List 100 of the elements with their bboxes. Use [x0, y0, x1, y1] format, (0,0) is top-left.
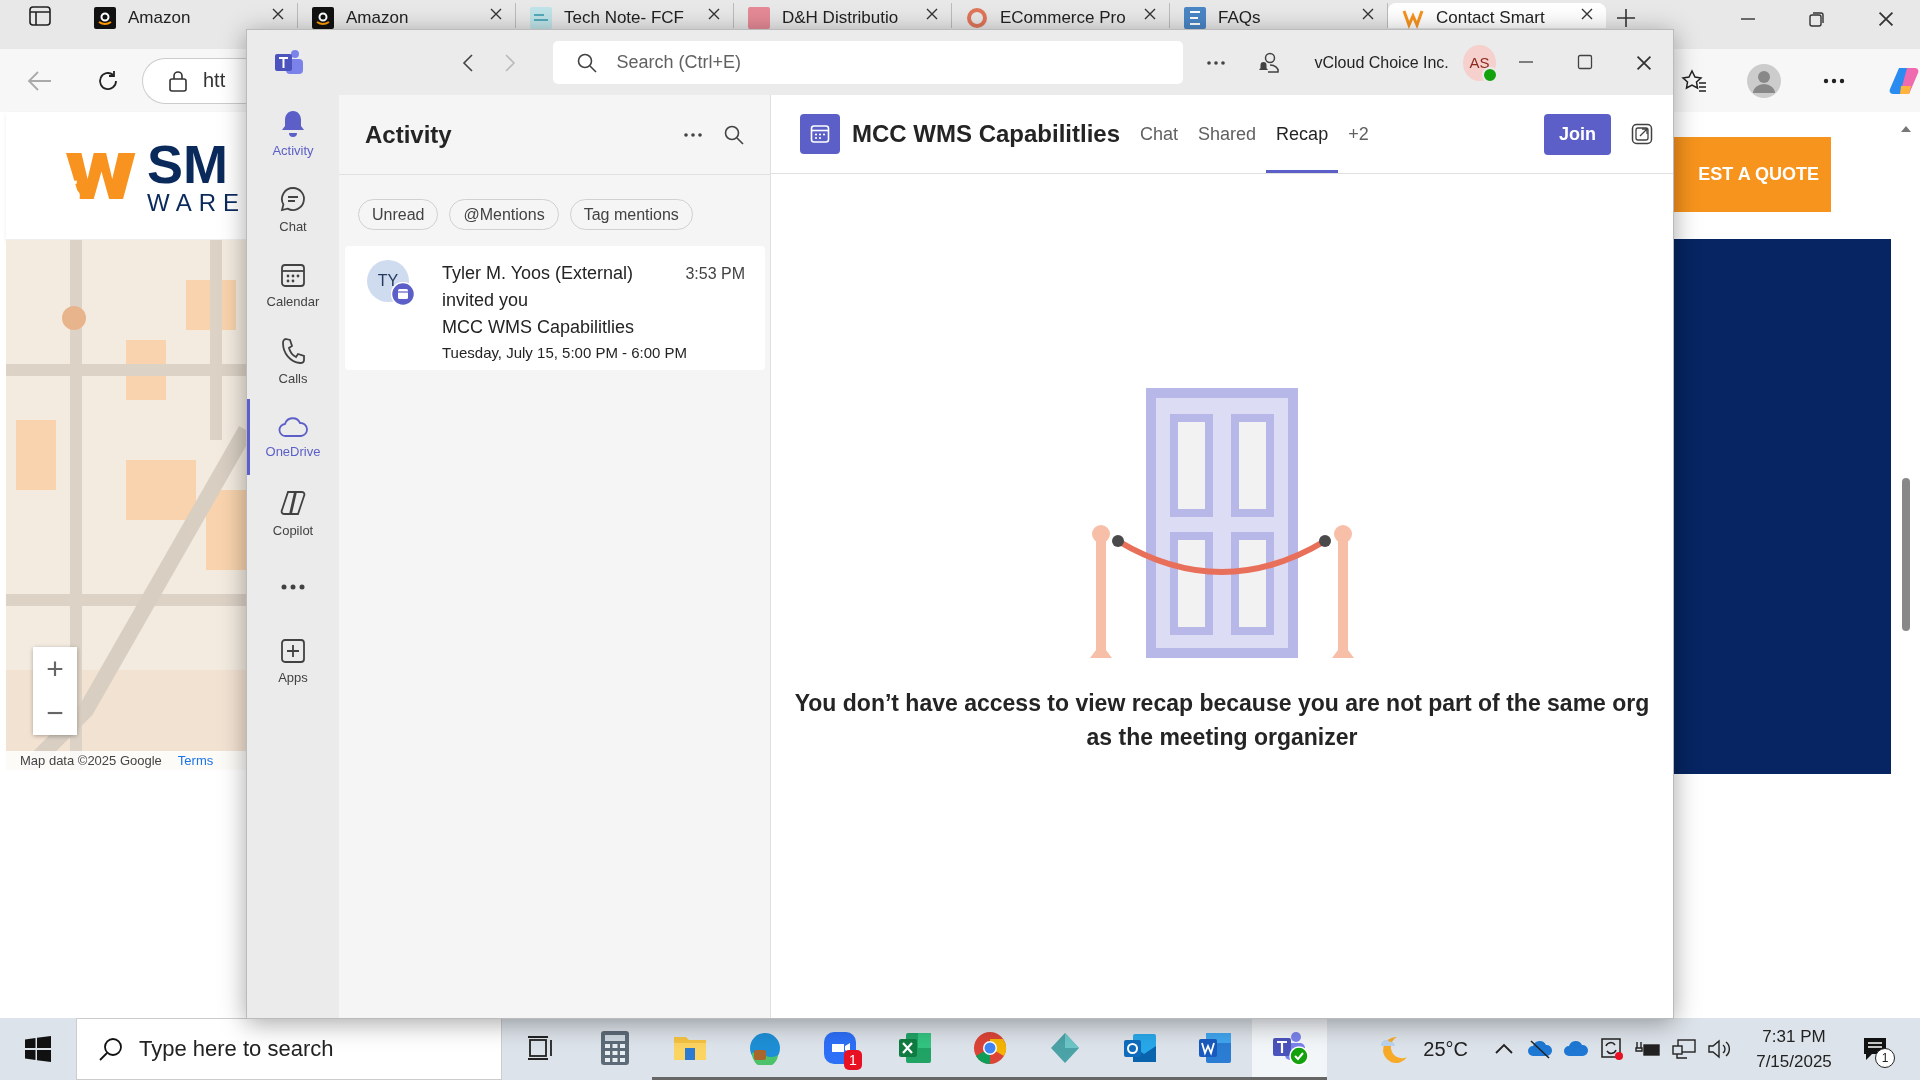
mail-icon: [1122, 1031, 1157, 1064]
filter-chip[interactable]: @Mentions: [449, 199, 559, 230]
close-icon[interactable]: [1580, 7, 1594, 21]
copilot-icon: [279, 488, 307, 517]
start-icon[interactable]: [25, 1036, 51, 1062]
browser-tab[interactable]: Tech Note- FCF: [516, 3, 734, 28]
meeting-tab[interactable]: Recap: [1266, 95, 1339, 173]
logo-subtext: WARE: [146, 190, 246, 215]
close-icon[interactable]: [1361, 7, 1375, 21]
browser-tab[interactable]: Amazon: [298, 3, 516, 28]
favicon-icon: [530, 7, 552, 29]
filter-chip[interactable]: Unread: [358, 199, 439, 230]
browser-tab[interactable]: D&H Distributio: [734, 3, 952, 28]
document-icon: [1197, 1031, 1232, 1064]
cloud-icon: [278, 415, 308, 438]
activity-card[interactable]: TY Tyler M. Yoos (External) 3:53 PM invited you MCC WMS Capabilitlies Tuesday, July 15, 5:00 PM - 6:00 PM: [345, 246, 765, 370]
nav-item[interactable]: Chat: [247, 171, 339, 247]
filter-chip[interactable]: Tag mentions: [569, 199, 693, 230]
address-bar[interactable]: htt: [142, 57, 246, 104]
meeting-tab[interactable]: +2: [1338, 95, 1379, 173]
search-icon[interactable]: [724, 124, 744, 145]
nav-item[interactable]: OneDrive: [247, 399, 339, 475]
notification-badge: 1: [844, 1050, 862, 1070]
search-icon: [576, 52, 597, 73]
close-icon[interactable]: [271, 7, 285, 21]
nav-item[interactable]: Apps: [247, 623, 339, 699]
join-button[interactable]: Join: [1544, 113, 1611, 155]
temperature: 25°C: [1423, 1037, 1468, 1061]
nav-item[interactable]: Calendar: [247, 247, 339, 323]
favorites-icon[interactable]: [1681, 68, 1707, 93]
new-tab-icon[interactable]: [1615, 7, 1637, 29]
browser-tab[interactable]: Contact Smart: [1388, 3, 1606, 28]
search-field[interactable]: Type here to search: [76, 1018, 502, 1080]
cloud-off-icon[interactable]: [1527, 1039, 1553, 1059]
bell-icon: [280, 108, 306, 137]
profile-icon[interactable]: [1747, 63, 1781, 98]
copilot-icon[interactable]: [1889, 65, 1919, 96]
nav-item[interactable]: Calls: [247, 323, 339, 399]
access-message: You don’t have access to view recap because you are not part of the same org as the meeting organizer: [793, 689, 1651, 752]
back-icon: [461, 52, 474, 73]
clock-date[interactable]: 7/15/2025: [1756, 1049, 1832, 1074]
video-chat-icon: [822, 1030, 857, 1065]
more-icon[interactable]: [1823, 77, 1845, 84]
close-icon[interactable]: [707, 7, 721, 21]
chevron-up-icon[interactable]: [1494, 1043, 1514, 1055]
close-icon[interactable]: [1876, 10, 1895, 28]
search-icon: [98, 1036, 124, 1062]
volume-icon[interactable]: [1707, 1038, 1733, 1060]
scrollbar-thumb[interactable]: [1902, 478, 1910, 631]
close-icon[interactable]: [925, 7, 939, 21]
edge-icon: [747, 1030, 782, 1065]
nav-item[interactable]: Activity: [247, 95, 339, 171]
panel-title: Activity: [365, 120, 453, 149]
favicon-icon: [966, 7, 988, 29]
task-view-icon: [525, 1034, 554, 1061]
spreadsheet-icon: [897, 1031, 932, 1064]
activity-action: invited you: [442, 289, 530, 312]
phone-icon: [280, 336, 306, 365]
cloud-icon[interactable]: [1563, 1040, 1589, 1058]
team-chat-icon: [1270, 1029, 1309, 1066]
more-icon[interactable]: [281, 584, 305, 590]
pop-out-icon[interactable]: [1631, 123, 1653, 145]
chrome-icon: [972, 1030, 1007, 1065]
forward-icon: [503, 52, 516, 73]
battery-icon[interactable]: [1635, 1040, 1661, 1058]
meeting-tab[interactable]: Shared: [1188, 95, 1267, 173]
browser-tab[interactable]: Amazon: [80, 3, 298, 28]
nav-item[interactable]: Copilot: [247, 475, 339, 551]
app-logo-icon: [274, 48, 305, 77]
sender-name: Tyler M. Yoos (External): [442, 262, 634, 285]
meeting-tab[interactable]: Chat: [1130, 95, 1189, 173]
network-icon[interactable]: [1671, 1038, 1697, 1060]
logo-text: SM: [146, 136, 229, 191]
calendar-icon: [280, 261, 306, 288]
person-bell-icon[interactable]: [1256, 50, 1281, 75]
terms-link[interactable]: Terms: [177, 753, 214, 768]
chat-icon: [279, 184, 307, 213]
sync-icon[interactable]: [1600, 1037, 1624, 1061]
more-icon[interactable]: [1206, 60, 1225, 65]
meeting-time: Tuesday, July 15, 5:00 PM - 6:00 PM: [442, 343, 689, 363]
browser-tab[interactable]: FAQs: [1170, 3, 1388, 28]
close-icon[interactable]: [1143, 7, 1157, 21]
favicon-icon: [94, 7, 116, 29]
scroll-up-icon[interactable]: [1899, 124, 1913, 134]
search-field[interactable]: Search (Ctrl+E): [552, 41, 1183, 84]
close-icon[interactable]: [489, 7, 503, 21]
clock-time[interactable]: 7:31 PM: [1762, 1024, 1826, 1049]
add-app-icon: [280, 637, 306, 664]
refresh-icon[interactable]: [96, 68, 120, 93]
user-avatar[interactable]: AS: [1462, 44, 1496, 81]
map-attribution: Map data ©2025 Google: [20, 753, 162, 768]
timestamp: 3:53 PM: [685, 264, 745, 284]
zoom-in-button[interactable]: +: [33, 647, 77, 691]
taskbar-app[interactable]: [1252, 1018, 1327, 1080]
maximize-icon[interactable]: [1576, 53, 1593, 70]
restore-icon[interactable]: [1807, 10, 1826, 28]
close-icon[interactable]: [1634, 53, 1653, 72]
more-icon[interactable]: [684, 132, 702, 137]
tab-actions-icon[interactable]: [29, 6, 51, 26]
zoom-out-button[interactable]: −: [33, 691, 77, 735]
